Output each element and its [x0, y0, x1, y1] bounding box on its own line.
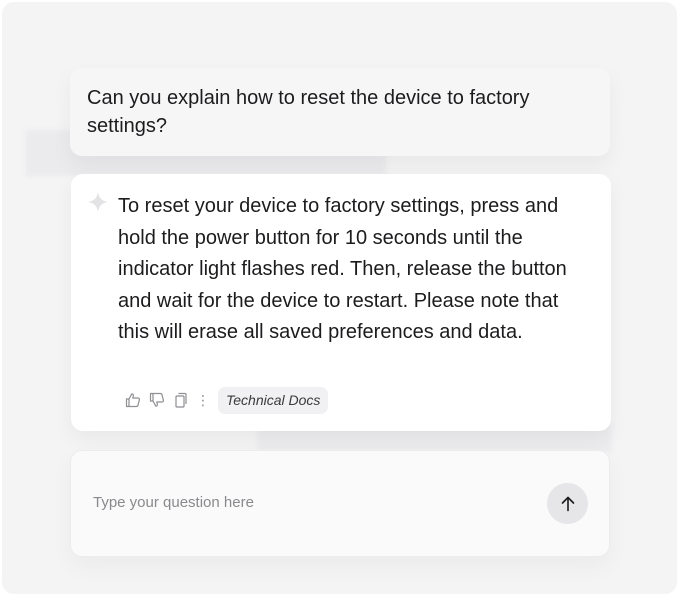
user-message: Can you explain how to reset the device … [70, 68, 610, 156]
chat-panel: Can you explain how to reset the device … [2, 2, 677, 594]
composer [70, 450, 610, 557]
arrow-up-icon [561, 496, 574, 511]
more-vertical-icon[interactable]: ⋮ [196, 391, 210, 409]
thumbs-down-icon[interactable] [148, 391, 166, 409]
sparkle-icon [87, 191, 109, 213]
question-input[interactable] [93, 489, 513, 515]
assistant-message-text: To reset your device to factory settings… [118, 195, 567, 343]
thumbs-up-icon[interactable] [124, 391, 142, 409]
user-message-text: Can you explain how to reset the device … [87, 87, 530, 137]
send-button[interactable] [547, 483, 588, 524]
assistant-message: To reset your device to factory settings… [71, 174, 611, 431]
message-actions: ⋮ Technical Docs [124, 385, 329, 415]
source-tag[interactable]: Technical Docs [218, 386, 329, 414]
copy-icon[interactable] [172, 391, 190, 409]
